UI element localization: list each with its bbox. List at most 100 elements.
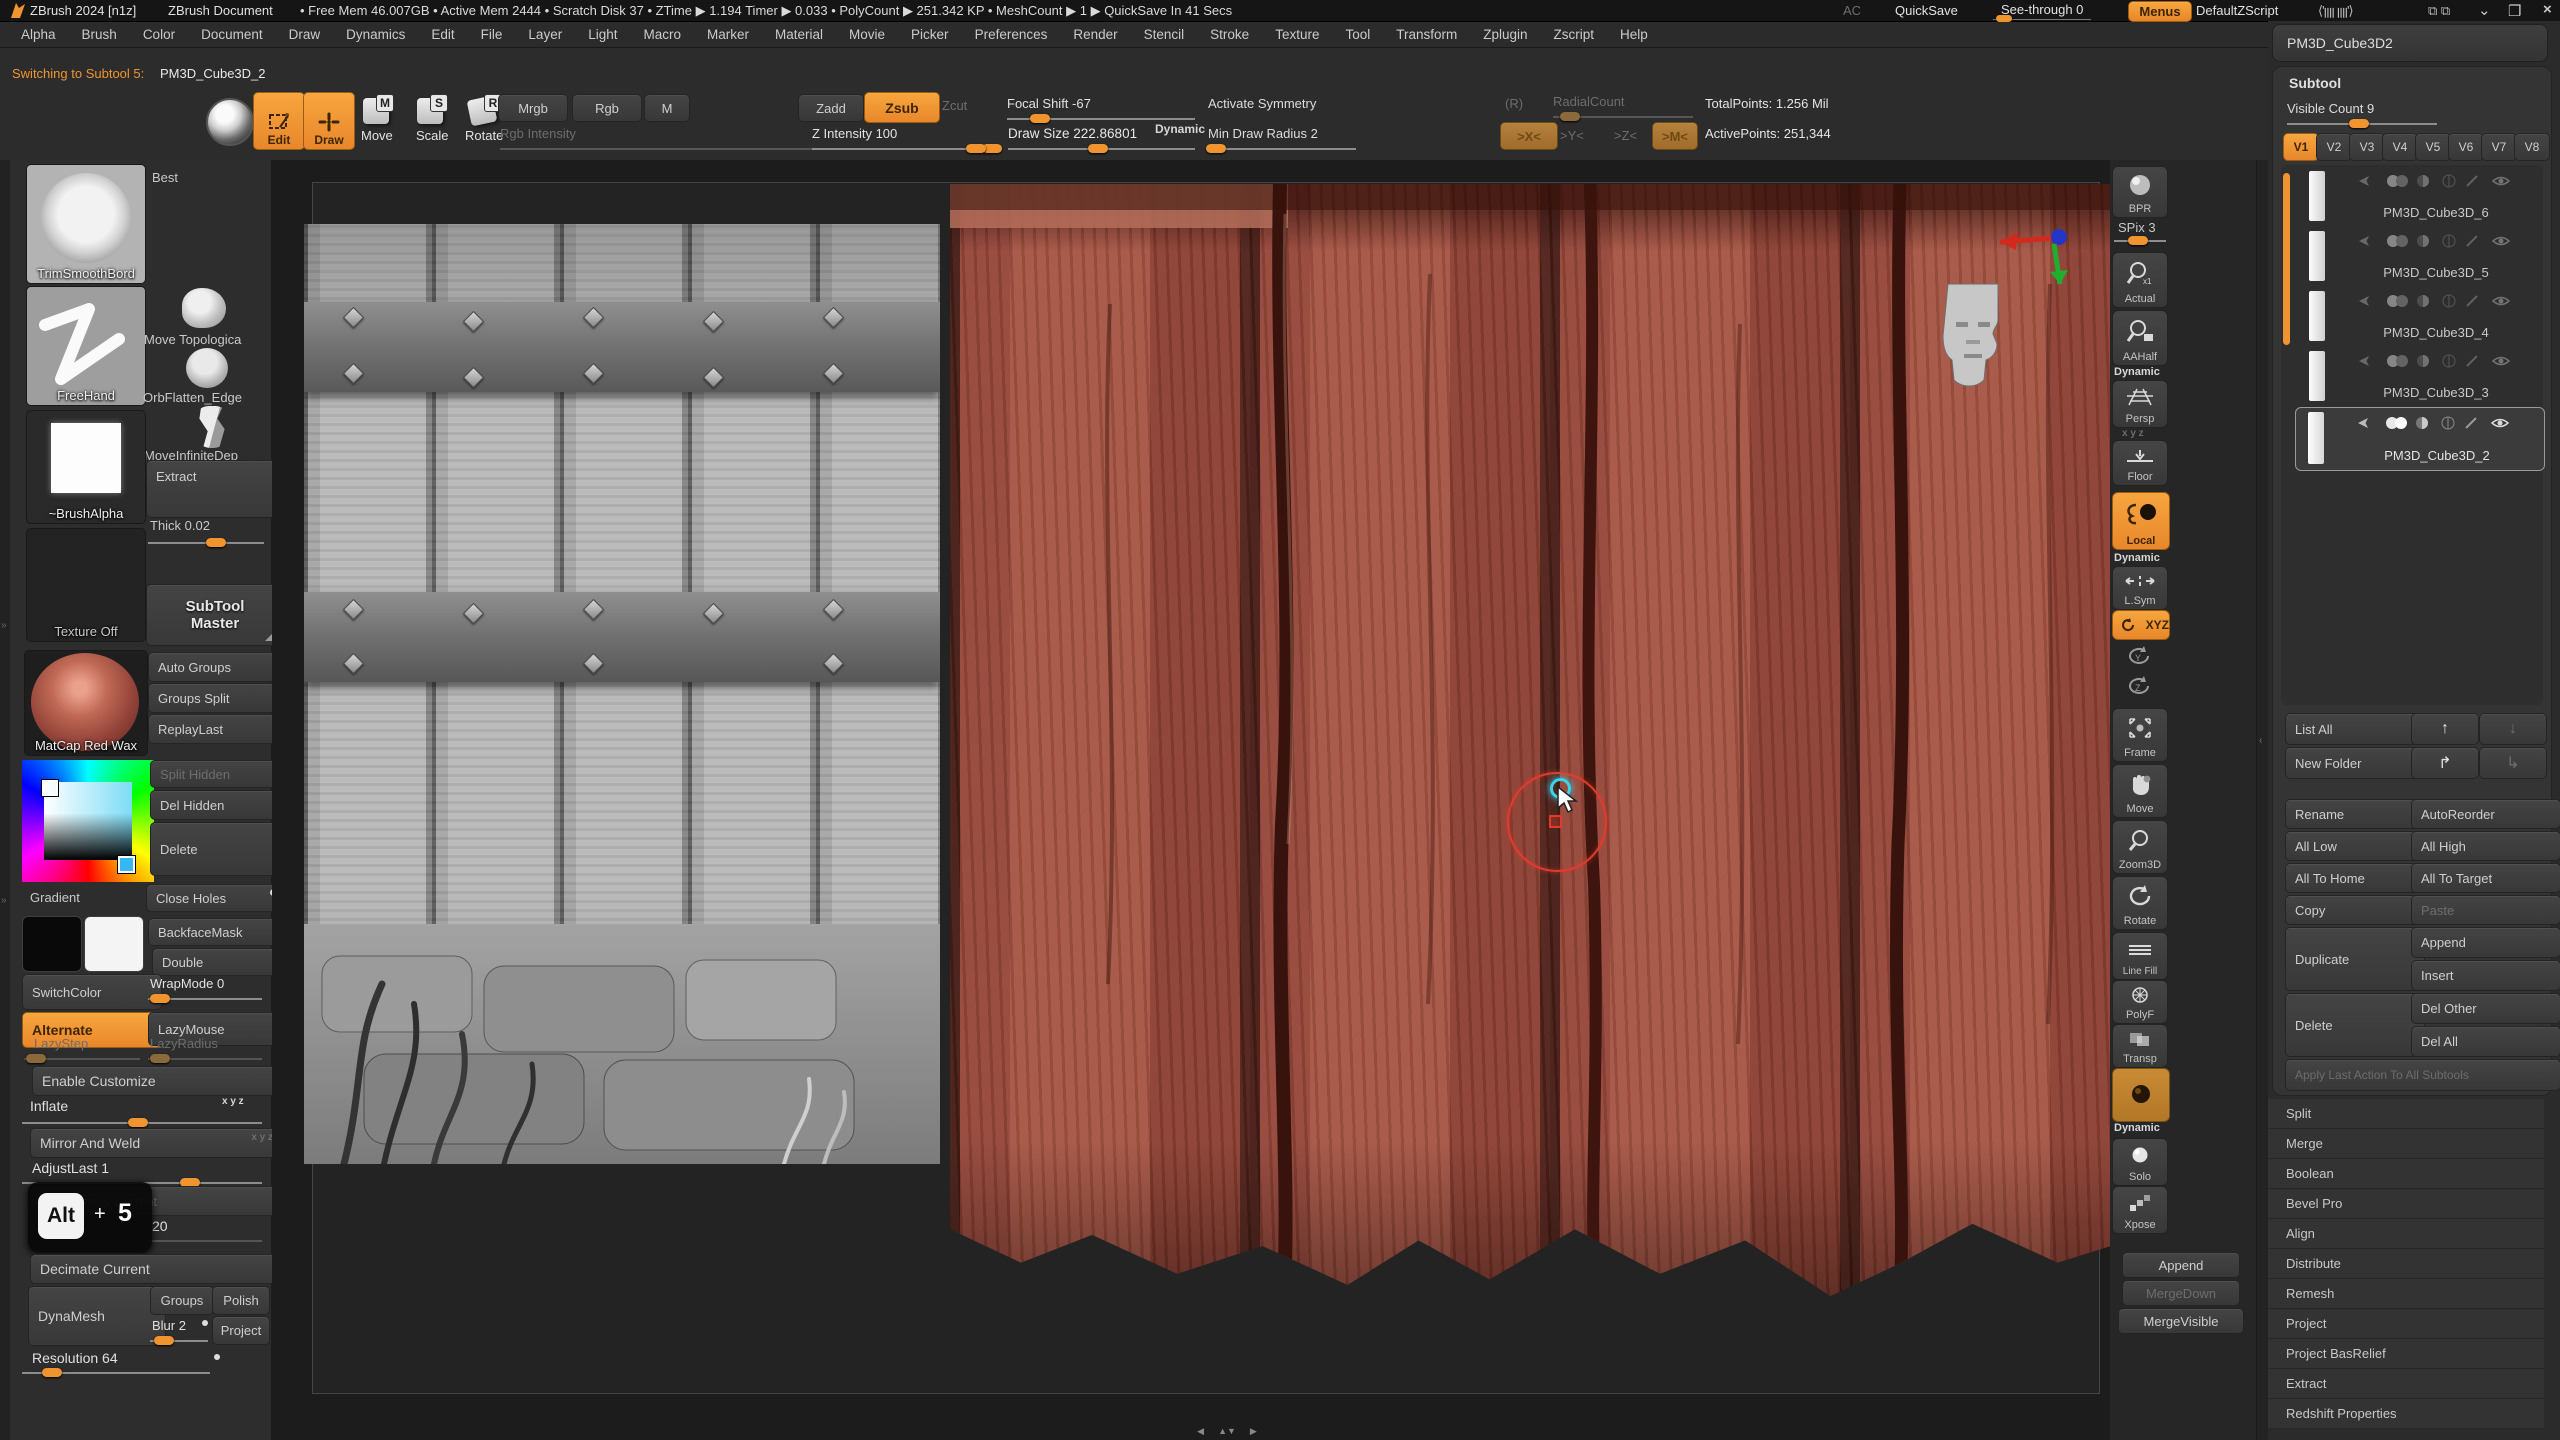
default-zscript-button[interactable]: DefaultZScript: [2196, 3, 2278, 18]
inflate-xyz[interactable]: x y z: [222, 1096, 244, 1107]
floor-button[interactable]: Floor: [2112, 440, 2168, 486]
z-intensity-slider[interactable]: Z Intensity 100: [812, 126, 897, 141]
move-up-button[interactable]: ↑: [2411, 713, 2479, 745]
move-button[interactable]: M Move: [356, 98, 400, 144]
all-to-home-button[interactable]: All To Home: [2285, 863, 2425, 893]
radial-toggle[interactable]: (R): [1505, 96, 1523, 111]
xpose-button[interactable]: Xpose: [2112, 1186, 2168, 1234]
menu-transform[interactable]: Transform: [1383, 24, 1470, 45]
tab-v3[interactable]: V3: [2349, 133, 2385, 161]
tab-v6[interactable]: V6: [2448, 133, 2484, 161]
enable-customize-button[interactable]: Enable Customize: [32, 1066, 280, 1096]
polish-button[interactable]: Polish: [212, 1286, 270, 1315]
rename-button[interactable]: Rename: [2285, 799, 2425, 829]
menu-movie[interactable]: Movie: [836, 24, 898, 45]
subtool-item-icons[interactable]: [2355, 173, 2515, 189]
zcut-button[interactable]: Zcut: [942, 98, 967, 113]
actual-button[interactable]: x1 Actual: [2112, 252, 2168, 308]
secondary-color-swatch[interactable]: [84, 916, 144, 972]
delete-button[interactable]: Delete: [150, 822, 284, 876]
tray-collapse-chevron2[interactable]: »: [1, 895, 7, 906]
section-extract[interactable]: Extract: [2268, 1369, 2544, 1399]
brush-trimsmoothborder[interactable]: TrimSmoothBord: [26, 164, 146, 284]
switch-color-button[interactable]: SwitchColor: [22, 974, 162, 1010]
rotate-z-icon[interactable]: Z: [2124, 674, 2154, 698]
section-merge[interactable]: Merge: [2268, 1129, 2544, 1159]
menu-light[interactable]: Light: [575, 24, 630, 45]
scale-button[interactable]: S Scale: [410, 98, 454, 144]
menu-brush[interactable]: Brush: [69, 24, 130, 45]
visible-count-handle[interactable]: [2349, 119, 2369, 128]
menus-button[interactable]: Menus: [2128, 1, 2192, 22]
menu-material[interactable]: Material: [762, 24, 836, 45]
menu-layer[interactable]: Layer: [515, 24, 575, 45]
tray-collapse-chevron[interactable]: »: [1, 620, 7, 631]
append-button[interactable]: Append: [2411, 927, 2560, 958]
inflate-slider[interactable]: Inflate: [30, 1098, 68, 1114]
extract-button[interactable]: Extract: [146, 460, 284, 518]
menu-tool[interactable]: Tool: [1332, 24, 1383, 45]
menu-color[interactable]: Color: [130, 24, 188, 45]
decimate-current-button[interactable]: Decimate Current: [30, 1254, 282, 1284]
close-button[interactable]: ×: [2543, 1, 2552, 18]
duplicate-button[interactable]: Duplicate: [2285, 927, 2425, 991]
section-remesh[interactable]: Remesh: [2268, 1279, 2544, 1309]
section-distribute[interactable]: Distribute: [2268, 1249, 2544, 1279]
subtool-item-icons[interactable]: [2354, 415, 2514, 431]
subtool-item-icons[interactable]: [2355, 353, 2515, 369]
color-picker[interactable]: [22, 760, 154, 882]
mirror-and-weld-button[interactable]: Mirror And Weld x y z: [30, 1128, 280, 1158]
subtool-item-selected[interactable]: PM3D_Cube3D_2: [2295, 407, 2545, 471]
adjust-last-slider[interactable]: AdjustLast 1: [32, 1160, 109, 1176]
all-high-button[interactable]: All High: [2411, 831, 2560, 861]
tab-v8[interactable]: V8: [2514, 133, 2550, 161]
groups-split-button[interactable]: Groups Split: [148, 683, 286, 713]
subtool-item[interactable]: PM3D_Cube3D_6: [2297, 167, 2541, 227]
visible-count-slider[interactable]: Visible Count 9: [2287, 101, 2374, 116]
auto-reorder-button[interactable]: AutoReorder: [2411, 799, 2560, 829]
mergevisible-floating-button[interactable]: MergeVisible: [2118, 1308, 2244, 1334]
del-other-button[interactable]: Del Other: [2411, 993, 2560, 1024]
resolution-slider[interactable]: Resolution 64: [32, 1350, 118, 1366]
frame-button[interactable]: Frame: [2112, 708, 2168, 762]
menu-alpha[interactable]: Alpha: [8, 24, 69, 45]
solo-button[interactable]: Solo: [2112, 1138, 2168, 1186]
tab-v7[interactable]: V7: [2481, 133, 2517, 161]
dynamesh-button[interactable]: DynaMesh: [28, 1286, 166, 1346]
subtool-title[interactable]: Subtool: [2289, 75, 2341, 91]
zadd-button[interactable]: Zadd: [798, 94, 864, 122]
section-split[interactable]: Split: [2268, 1099, 2544, 1129]
menu-zplugin[interactable]: Zplugin: [1470, 24, 1540, 45]
backface-mask-button[interactable]: BackfaceMask: [148, 918, 284, 946]
local-button[interactable]: Local: [2112, 492, 2170, 550]
main-color-swatch[interactable]: [22, 916, 82, 972]
brush-moveinfinite-icon[interactable]: [194, 406, 230, 448]
wrap-mode-slider[interactable]: WrapMode 0: [150, 976, 224, 991]
spix-handle[interactable]: [2128, 236, 2148, 245]
del-hidden-button[interactable]: Del Hidden: [150, 790, 284, 820]
rgb-button[interactable]: Rgb: [572, 94, 642, 122]
lazy-radius-handle[interactable]: [150, 1054, 170, 1063]
ghost-head-widget[interactable]: [1940, 278, 2006, 398]
symmetry-z-button[interactable]: >Z<: [1614, 128, 1637, 143]
zoom3d-button[interactable]: Zoom3D: [2112, 820, 2168, 874]
menu-preferences[interactable]: Preferences: [962, 24, 1061, 45]
paste-button[interactable]: Paste: [2411, 895, 2560, 925]
all-low-button[interactable]: All Low: [2285, 831, 2425, 861]
tool-header[interactable]: PM3D_Cube3D2: [2272, 24, 2548, 62]
double-button[interactable]: Double: [152, 948, 284, 976]
subtool-item[interactable]: PM3D_Cube3D_4: [2297, 287, 2541, 347]
menu-stroke[interactable]: Stroke: [1197, 24, 1262, 45]
restore-button[interactable]: ❒: [2508, 2, 2521, 20]
symmetry-y-button[interactable]: >Y<: [1560, 128, 1584, 143]
groups-button[interactable]: Groups: [150, 1286, 214, 1315]
transp-button[interactable]: Transp: [2112, 1024, 2168, 1068]
quicksave-button[interactable]: QuickSave: [1895, 3, 1958, 18]
thick-handle[interactable]: [206, 538, 226, 547]
menu-file[interactable]: File: [468, 24, 516, 45]
del-all-button[interactable]: Del All: [2411, 1026, 2560, 1057]
draw-size-handle[interactable]: [1088, 144, 1108, 153]
menu-dynamics[interactable]: Dynamics: [333, 24, 418, 45]
draw-button[interactable]: Draw: [303, 92, 355, 150]
menu-stencil[interactable]: Stencil: [1131, 24, 1198, 45]
